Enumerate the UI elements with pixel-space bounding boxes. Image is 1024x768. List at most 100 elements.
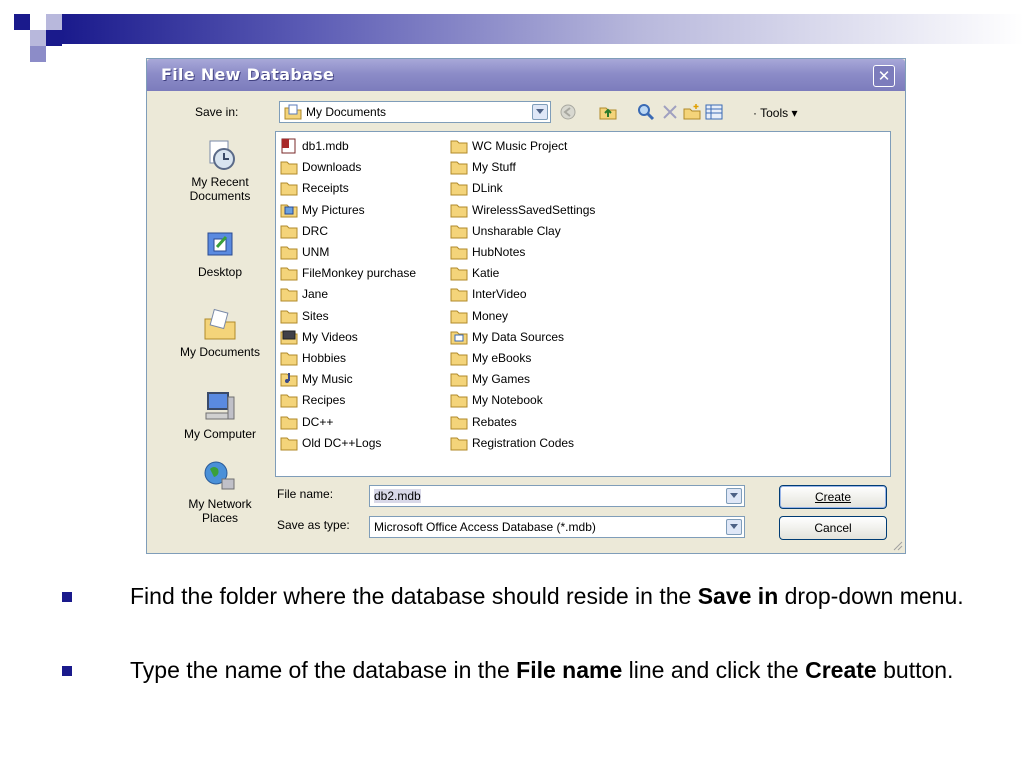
item-label: HubNotes [472,245,526,259]
item-label: Registration Codes [472,435,575,450]
recent-documents-icon [209,140,235,170]
item-label: Receipts [302,181,349,196]
places-bar: My Recent Documents Desktop My Documents… [169,131,271,543]
item-label: My Notebook [472,393,543,408]
access-db-icon [281,138,296,154]
item-label: Rebates [472,414,517,429]
my-documents-icon [204,308,236,340]
item-label: WC Music Project [472,139,568,153]
save-as-type-dropdown[interactable]: Microsoft Office Access Database (*.mdb) [369,516,745,538]
item-label: Old DC++Logs [302,435,382,450]
item-label: db1.mdb [302,139,349,153]
chevron-down-icon[interactable] [726,488,742,504]
deco-square [30,46,46,62]
folder-icon [450,161,468,175]
item-label: My Stuff [472,160,516,175]
file-new-database-dialog: File New Database ✕ Save in: My Document… [146,58,906,554]
desktop-icon [207,232,233,256]
folder-icon [450,416,468,430]
save-in-label: Save in: [195,105,239,119]
item-label: DLink [472,181,503,196]
folder-icon [280,182,298,196]
deco-square [46,30,62,46]
bullet-marker [62,592,72,602]
search-web-icon[interactable] [637,103,655,121]
file-list[interactable]: db1.mdb Downloads Receipts My Pictures DRC UN… [275,131,891,477]
item-label: Unsharable Clay [472,223,561,238]
new-folder-icon[interactable] [683,103,701,121]
item-label: Money [472,308,509,323]
file-name-label: File name: [277,487,334,501]
folder-icon [450,182,468,196]
folder-icon [450,267,468,281]
close-button[interactable]: ✕ [873,65,895,87]
videos-folder-icon [280,330,298,345]
folder-icon [280,310,298,324]
pictures-folder-icon [280,204,298,218]
place-recent-documents[interactable]: My Recent Documents [169,137,271,203]
deco-square [30,30,46,46]
folder-icon [280,161,298,175]
my-documents-small-icon [284,104,302,120]
folder-icon [280,437,298,451]
folder-icon [450,204,468,218]
item-label: My Pictures [302,202,365,217]
folder-icon [280,352,298,366]
save-in-dropdown[interactable]: My Documents [279,101,551,123]
folder-icon [280,267,298,281]
deco-square [14,14,30,30]
place-my-documents[interactable]: My Documents [169,307,271,359]
item-label: WirelessSavedSettings [472,202,596,217]
views-icon[interactable] [705,103,723,121]
folder-icon [450,310,468,324]
folder-icon [280,288,298,302]
tools-menu[interactable]: · Tools ▾ [753,106,798,120]
chevron-down-icon[interactable] [726,519,742,535]
header-gradient-bar [62,14,1024,44]
delete-icon[interactable] [661,103,679,121]
save-as-type-value: Microsoft Office Access Database (*.mdb) [374,520,596,534]
data-sources-folder-icon [450,331,468,345]
folder-icon [450,352,468,366]
item-label: Recipes [302,393,346,408]
place-label: My Network Places [188,497,252,525]
save-in-value: My Documents [306,105,387,119]
item-label: My Music [302,372,353,387]
item-label: Katie [472,266,500,281]
folder-icon [450,437,468,451]
bullet-marker [62,666,72,676]
item-label: DC++ [302,414,334,429]
resize-grip-icon[interactable] [891,539,903,551]
cancel-button[interactable]: Cancel [779,516,887,540]
instruction-2: Type the name of the database in the Fil… [130,657,954,683]
folder-icon [450,288,468,302]
file-name-input[interactable]: db2.mdb [369,485,745,507]
item-label: My Videos [302,329,358,344]
place-label: My Documents [179,345,261,359]
instruction-1: Find the folder where the database shoul… [130,583,964,609]
chevron-down-icon[interactable] [532,104,548,120]
folder-icon [450,373,468,387]
close-icon: ✕ [877,67,891,85]
folder-icon [450,140,468,154]
item-label: Hobbies [302,351,347,365]
create-button[interactable]: Create [779,485,887,509]
folder-icon [450,394,468,408]
item-label: Downloads [302,160,362,175]
folder-icon [280,225,298,239]
item-label: Jane [302,287,329,302]
folder-icon [450,225,468,239]
up-one-level-icon[interactable] [599,103,617,121]
item-label: UNM [302,245,330,259]
item-label: InterVideo [472,287,527,302]
folder-icon [450,246,468,260]
place-network[interactable]: My Network Places [169,459,271,525]
back-icon[interactable] [559,103,577,121]
place-desktop[interactable]: Desktop [169,227,271,279]
place-my-computer[interactable]: My Computer [169,389,271,441]
title-bar[interactable]: File New Database ✕ [147,59,905,91]
folder-icon [280,416,298,430]
place-label: My Recent Documents [189,175,251,203]
folder-icon [280,394,298,408]
place-label: My Computer [183,427,257,441]
